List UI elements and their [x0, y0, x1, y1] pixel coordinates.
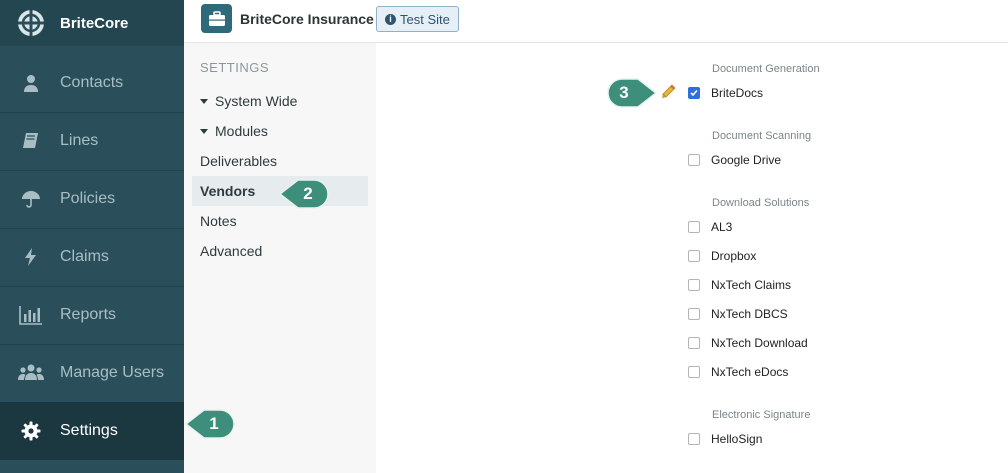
- top-header: BriteCore Insurance i Test Site: [184, 0, 1008, 43]
- checkbox-checked[interactable]: [688, 87, 700, 99]
- option-nxtech-dbcs[interactable]: NxTech DBCS: [688, 304, 788, 324]
- briefcase-icon: [201, 4, 232, 33]
- nav-label: Claims: [60, 248, 109, 265]
- checkbox[interactable]: [688, 154, 700, 166]
- callout-number: 1: [209, 414, 219, 433]
- umbrella-icon: [18, 186, 44, 212]
- subnav-label: Deliverables: [200, 153, 278, 169]
- option-nxtech-download[interactable]: NxTech Download: [688, 333, 808, 353]
- nav-reports[interactable]: Reports: [0, 286, 184, 344]
- nav-policies[interactable]: Policies: [0, 170, 184, 228]
- subnav-label: Vendors: [200, 183, 256, 199]
- vendors-panel: Document Generation BriteDocs Document S…: [376, 43, 1008, 473]
- option-label: AL3: [711, 220, 733, 234]
- checkbox[interactable]: [688, 337, 700, 349]
- lightning-icon: [18, 244, 44, 270]
- option-nxtech-claims[interactable]: NxTech Claims: [688, 275, 791, 295]
- nav-label: Settings: [60, 422, 118, 439]
- section-label-electronic-signature: Electronic Signature: [712, 409, 811, 421]
- option-label: NxTech Claims: [711, 278, 792, 292]
- option-label: BriteDocs: [711, 86, 764, 100]
- britecore-logo-icon: [18, 10, 44, 36]
- nav-settings[interactable]: Settings: [0, 402, 184, 460]
- nav-lines[interactable]: Lines: [0, 112, 184, 170]
- subnav-label: System Wide: [215, 93, 298, 109]
- subnav-label: Advanced: [200, 243, 263, 259]
- callout-2: 2: [278, 178, 330, 210]
- option-dropbox[interactable]: Dropbox: [688, 246, 756, 266]
- option-label: NxTech eDocs: [711, 365, 789, 379]
- person-icon: [18, 70, 44, 96]
- bar-chart-icon: [18, 302, 44, 328]
- option-label: HelloSign: [711, 432, 763, 446]
- option-google-drive[interactable]: Google Drive: [688, 150, 781, 170]
- checkbox[interactable]: [688, 433, 700, 445]
- nav-label: Lines: [60, 132, 99, 149]
- main-sidebar: BriteCore Contacts Lines Policies Claims…: [0, 0, 184, 473]
- subnav-deliverables[interactable]: Deliverables: [192, 146, 368, 176]
- users-icon: [18, 360, 44, 386]
- test-site-badge[interactable]: i Test Site: [376, 6, 459, 32]
- subnav-advanced[interactable]: Advanced: [192, 236, 368, 266]
- settings-heading: SETTINGS: [200, 60, 270, 75]
- section-label-document-generation: Document Generation: [712, 63, 820, 75]
- callout-3: 3: [606, 77, 658, 109]
- callout-number: 3: [619, 83, 629, 102]
- subnav-system-wide[interactable]: System Wide: [192, 86, 368, 116]
- callout-number: 2: [303, 184, 313, 203]
- nav-label: Manage Users: [60, 364, 165, 381]
- nav-label: Policies: [60, 190, 116, 207]
- callout-1: 1: [184, 408, 236, 440]
- brand[interactable]: BriteCore: [0, 0, 184, 46]
- option-nxtech-edocs[interactable]: NxTech eDocs: [688, 362, 788, 382]
- option-al3[interactable]: AL3: [688, 217, 732, 237]
- book-icon: [18, 128, 44, 154]
- nav-manage-users[interactable]: Manage Users: [0, 344, 184, 402]
- company-name: BriteCore Insurance: [240, 11, 374, 27]
- info-icon: i: [385, 13, 396, 25]
- subnav-label: Notes: [200, 213, 237, 229]
- option-label: NxTech DBCS: [711, 307, 788, 321]
- checkbox[interactable]: [688, 221, 700, 233]
- section-label-download-solutions: Download Solutions: [712, 197, 810, 209]
- option-britedocs[interactable]: BriteDocs: [688, 83, 763, 103]
- checkbox[interactable]: [688, 366, 700, 378]
- section-label-document-scanning: Document Scanning: [712, 130, 812, 142]
- pencil-icon[interactable]: [659, 83, 677, 101]
- subnav-notes[interactable]: Notes: [192, 206, 368, 236]
- brand-name: BriteCore: [60, 14, 129, 32]
- site-badge-label: Test Site: [400, 11, 450, 27]
- option-hellosign[interactable]: HelloSign: [688, 429, 762, 449]
- checkbox[interactable]: [688, 250, 700, 262]
- option-label: Dropbox: [711, 249, 757, 263]
- subnav-modules[interactable]: Modules: [192, 116, 368, 146]
- subnav-label: Modules: [215, 123, 268, 139]
- checkbox[interactable]: [688, 279, 700, 291]
- nav-label: Contacts: [60, 74, 124, 91]
- option-label: Google Drive: [711, 153, 782, 167]
- option-label: NxTech Download: [711, 336, 808, 350]
- gear-icon: [18, 418, 44, 444]
- nav-claims[interactable]: Claims: [0, 228, 184, 286]
- nav-contacts[interactable]: Contacts: [0, 54, 184, 112]
- caret-down-icon: [200, 98, 208, 104]
- nav-label: Reports: [60, 306, 117, 323]
- checkbox[interactable]: [688, 308, 700, 320]
- caret-down-icon: [200, 128, 208, 134]
